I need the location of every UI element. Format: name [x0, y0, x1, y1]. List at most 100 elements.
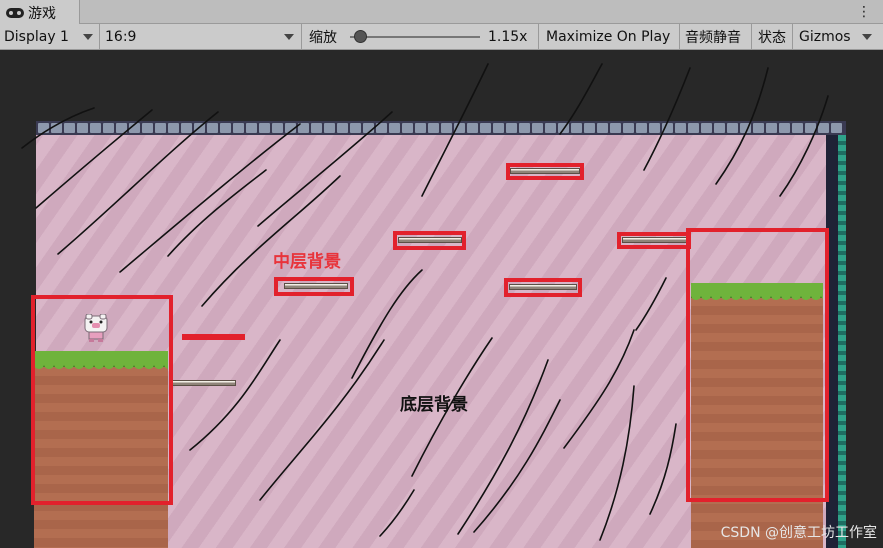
divider	[679, 24, 680, 49]
ceiling-brick	[597, 123, 608, 133]
mute-audio-toggle[interactable]: 音频静音	[685, 24, 741, 49]
gizmos-toggle[interactable]: Gizmos	[799, 24, 851, 49]
ceiling-brick	[376, 123, 387, 133]
ceiling-brick	[116, 123, 127, 133]
ceiling-brick	[584, 123, 595, 133]
stats-toggle[interactable]: 状态	[758, 24, 786, 49]
tab-strip: 游戏 ⋮	[0, 0, 883, 25]
ceiling-brick	[77, 123, 88, 133]
tab-game[interactable]: 游戏	[0, 0, 80, 25]
ceiling-brick	[506, 123, 517, 133]
game-view-toolbar: Display 1 16:9 缩放 1.15x Maximize On Play…	[0, 24, 883, 50]
ceiling-brick	[415, 123, 426, 133]
ceiling-brick	[285, 123, 296, 133]
ceiling-brick	[389, 123, 400, 133]
ceiling-brick	[51, 123, 62, 133]
ceiling-brick	[558, 123, 569, 133]
ceiling-brick	[233, 123, 244, 133]
watermark: CSDN @创意工坊工作室	[720, 525, 877, 541]
aspect-dropdown[interactable]: 16:9	[105, 24, 297, 49]
ceiling-brick	[155, 123, 166, 133]
platform-highlight	[274, 277, 354, 296]
ceiling-brick	[324, 123, 335, 133]
ceiling-brick	[623, 123, 634, 133]
ceiling-brick	[688, 123, 699, 133]
scale-slider-thumb[interactable]	[354, 30, 367, 43]
right-block-highlight	[686, 228, 829, 502]
ceiling-brick	[246, 123, 257, 133]
chevron-down-icon	[82, 33, 93, 40]
scale-slider[interactable]	[350, 36, 480, 38]
ceiling-brick	[831, 123, 842, 133]
ceiling-brick	[805, 123, 816, 133]
more-options-icon[interactable]: ⋮	[857, 2, 871, 22]
ceiling-brick	[129, 123, 140, 133]
ceiling-brick	[103, 123, 114, 133]
ceiling-brick	[818, 123, 829, 133]
divider	[99, 24, 100, 49]
ceiling-brick	[740, 123, 751, 133]
small-ledge	[170, 380, 236, 386]
left-block-highlight	[31, 295, 173, 505]
divider	[751, 24, 752, 49]
ceiling-brick	[467, 123, 478, 133]
ceiling-brick	[753, 123, 764, 133]
platform-highlight	[504, 278, 582, 297]
tab-game-label: 游戏	[28, 5, 56, 22]
stone-ceiling	[36, 121, 846, 135]
ceiling-brick	[298, 123, 309, 133]
ledge-highlight	[182, 334, 245, 340]
ceiling-brick	[428, 123, 439, 133]
divider	[792, 24, 793, 49]
ceiling-brick	[610, 123, 621, 133]
display-dropdown-value: Display 1	[4, 28, 69, 45]
ceiling-brick	[168, 123, 179, 133]
ceiling-brick	[350, 123, 361, 133]
divider	[301, 24, 302, 49]
scale-label: 缩放	[309, 29, 337, 46]
ceiling-brick	[311, 123, 322, 133]
ceiling-brick	[701, 123, 712, 133]
ceiling-brick	[259, 123, 270, 133]
platform-highlight	[617, 232, 691, 249]
ceiling-brick	[714, 123, 725, 133]
right-wall	[826, 135, 846, 548]
display-dropdown[interactable]: Display 1	[4, 24, 96, 49]
ceiling-brick	[363, 123, 374, 133]
ceiling-brick	[220, 123, 231, 133]
ceiling-brick	[64, 123, 75, 133]
mid-layer-annotation: 中层背景	[273, 252, 341, 272]
maximize-on-play-toggle[interactable]: Maximize On Play	[546, 24, 670, 49]
chevron-down-icon	[862, 33, 872, 40]
ceiling-brick	[454, 123, 465, 133]
ceiling-brick	[545, 123, 556, 133]
ceiling-brick	[441, 123, 452, 133]
ceiling-brick	[194, 123, 205, 133]
ceiling-brick	[207, 123, 218, 133]
divider	[538, 24, 539, 49]
ceiling-brick	[272, 123, 283, 133]
platform-highlight	[393, 231, 466, 250]
chevron-down-icon	[284, 33, 295, 40]
ceiling-brick	[571, 123, 582, 133]
ceiling-brick	[480, 123, 491, 133]
ceiling-brick	[675, 123, 686, 133]
aspect-dropdown-value: 16:9	[105, 28, 137, 45]
platform-highlight	[506, 163, 584, 180]
ceiling-brick	[649, 123, 660, 133]
gamepad-icon	[6, 7, 24, 18]
ceiling-brick	[181, 123, 192, 133]
ceiling-brick	[402, 123, 413, 133]
ceiling-brick	[636, 123, 647, 133]
ceiling-brick	[493, 123, 504, 133]
scale-value: 1.15x	[488, 28, 528, 45]
ceiling-brick	[792, 123, 803, 133]
gizmos-dropdown[interactable]	[862, 24, 872, 49]
bottom-layer-annotation: 底层背景	[400, 395, 468, 415]
ceiling-brick	[90, 123, 101, 133]
ceiling-brick	[337, 123, 348, 133]
ceiling-brick	[532, 123, 543, 133]
ceiling-brick	[766, 123, 777, 133]
ceiling-brick	[727, 123, 738, 133]
ceiling-brick	[142, 123, 153, 133]
